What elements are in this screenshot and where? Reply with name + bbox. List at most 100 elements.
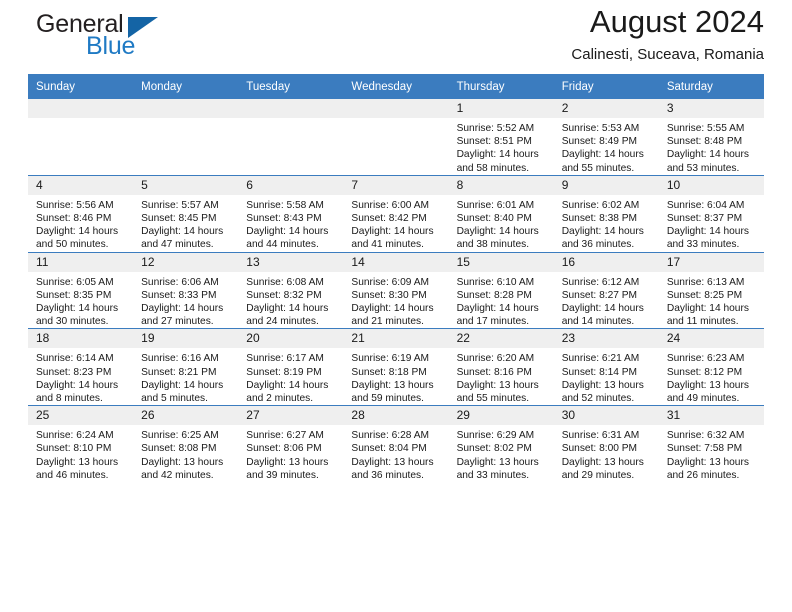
sunrise-text: Sunrise: 6:09 AM [351, 276, 430, 288]
calendar-day-cell[interactable]: 14 Sunrise: 6:09 AM Sunset: 8:30 PM Dayligh… [343, 251, 449, 329]
logo-text-blue: Blue [86, 32, 136, 60]
sunset-text: Sunset: 8:49 PM [561, 136, 638, 148]
daylight-text-line2: and 11 minutes. [666, 316, 739, 328]
weekday-header-monday: Monday [133, 74, 239, 99]
day-number: 21 [343, 329, 449, 349]
day-details: Sunrise: 6:24 AM Sunset: 8:10 PM Daylight:… [28, 425, 133, 482]
day-details: Sunrise: 6:17 AM Sunset: 8:19 PM Daylight:… [238, 348, 343, 405]
calendar-day-cell[interactable]: 1 Sunrise: 5:52 AM Sunset: 8:51 PM Daylight… [448, 99, 554, 176]
day-details: Sunrise: 6:12 AM Sunset: 8:27 PM Daylight:… [554, 272, 659, 329]
calendar-day-cell[interactable]: 9 Sunrise: 6:02 AM Sunset: 8:38 PM Daylight… [553, 174, 659, 253]
calendar-day-cell[interactable]: 10 Sunrise: 6:04 AM Sunset: 8:37 PM Dayligh… [658, 174, 764, 253]
title-block: August 2024 Calinesti, Suceava, Romania [571, 4, 764, 63]
day-details: Sunrise: 6:20 AM Sunset: 8:16 PM Daylight:… [449, 348, 554, 405]
daylight-text-line1: Daylight: 14 hours [141, 303, 224, 315]
daylight-text-line1: Daylight: 13 hours [246, 456, 329, 468]
day-details: Sunrise: 6:31 AM Sunset: 8:00 PM Daylight:… [554, 425, 659, 482]
calendar-day-cell[interactable]: 8 Sunrise: 6:01 AM Sunset: 8:40 PM Daylight… [448, 174, 554, 253]
daylight-text-line1: Daylight: 14 hours [141, 226, 224, 238]
sunset-text: Sunset: 8:37 PM [666, 213, 743, 225]
calendar-day-cell[interactable]: 30 Sunrise: 6:31 AM Sunset: 8:00 PM Dayligh… [553, 405, 659, 483]
sunset-text: Sunset: 8:27 PM [561, 289, 638, 301]
daylight-text-line2: and 27 minutes. [141, 316, 214, 328]
weekday-header-friday: Friday [553, 74, 659, 99]
daylight-text-line2: and 59 minutes. [351, 393, 424, 405]
day-number: 22 [448, 329, 554, 349]
calendar-day-cell[interactable]: 4 Sunrise: 5:56 AM Sunset: 8:46 PM Daylight… [28, 174, 134, 253]
calendar-header-row: Sunday Monday Tuesday Wednesday Thursday… [28, 74, 764, 99]
calendar-table: Sunday Monday Tuesday Wednesday Thursday… [28, 74, 764, 483]
calendar-day-cell[interactable]: 6 Sunrise: 5:58 AM Sunset: 8:43 PM Daylight… [238, 174, 344, 253]
calendar-day-cell[interactable]: 31 Sunrise: 6:32 AM Sunset: 7:58 PM Dayligh… [658, 405, 764, 483]
daylight-text-line1: Daylight: 13 hours [561, 379, 644, 391]
daylight-text-line1: Daylight: 13 hours [456, 379, 539, 391]
calendar-day-cell[interactable]: 19 Sunrise: 6:16 AM Sunset: 8:21 PM Dayligh… [133, 328, 239, 406]
day-details: Sunrise: 6:08 AM Sunset: 8:32 PM Daylight:… [238, 272, 343, 329]
sunset-text: Sunset: 8:14 PM [561, 366, 638, 378]
sunset-text: Sunset: 8:10 PM [36, 443, 112, 455]
sunrise-text: Sunrise: 6:17 AM [246, 353, 324, 365]
day-number: 17 [658, 252, 764, 272]
daylight-text-line2: and 58 minutes. [456, 162, 530, 174]
sunrise-text: Sunrise: 6:10 AM [456, 276, 535, 288]
calendar-day-cell[interactable]: 15 Sunrise: 6:10 AM Sunset: 8:28 PM Dayligh… [448, 251, 554, 329]
daylight-text-line1: Daylight: 14 hours [561, 149, 644, 161]
day-details: Sunrise: 6:21 AM Sunset: 8:14 PM Daylight:… [554, 348, 659, 405]
sunrise-text: Sunrise: 6:29 AM [456, 430, 535, 442]
calendar-day-cell[interactable]: 25 Sunrise: 6:24 AM Sunset: 8:10 PM Dayligh… [28, 405, 134, 483]
daylight-text-line1: Daylight: 14 hours [141, 379, 224, 391]
calendar-day-cell[interactable]: 21 Sunrise: 6:19 AM Sunset: 8:18 PM Dayligh… [343, 328, 449, 406]
sunset-text: Sunset: 7:58 PM [666, 443, 743, 455]
day-details: Sunrise: 6:04 AM Sunset: 8:37 PM Daylight:… [659, 195, 764, 252]
sunrise-text: Sunrise: 5:58 AM [246, 199, 324, 211]
day-details: Sunrise: 5:52 AM Sunset: 8:51 PM Daylight:… [449, 118, 554, 175]
daylight-text-line2: and 17 minutes. [456, 316, 530, 328]
day-number: 10 [658, 175, 764, 195]
calendar-day-cell[interactable]: 7 Sunrise: 6:00 AM Sunset: 8:42 PM Daylight… [343, 174, 449, 253]
calendar-day-cell[interactable]: 5 Sunrise: 5:57 AM Sunset: 8:45 PM Daylight… [133, 174, 239, 253]
calendar-day-cell[interactable]: 27 Sunrise: 6:27 AM Sunset: 8:06 PM Dayligh… [238, 405, 344, 483]
sunrise-text: Sunrise: 6:27 AM [246, 430, 324, 442]
calendar-day-cell[interactable]: 18 Sunrise: 6:14 AM Sunset: 8:23 PM Dayligh… [28, 328, 134, 406]
daylight-text-line1: Daylight: 13 hours [666, 456, 749, 468]
day-details: Sunrise: 5:58 AM Sunset: 8:43 PM Daylight:… [238, 195, 343, 252]
sunset-text: Sunset: 8:48 PM [666, 136, 743, 148]
sunset-text: Sunset: 8:32 PM [246, 289, 322, 301]
calendar-day-cell[interactable]: 22 Sunrise: 6:20 AM Sunset: 8:16 PM Dayligh… [448, 328, 554, 406]
calendar-day-cell[interactable]: 13 Sunrise: 6:08 AM Sunset: 8:32 PM Dayligh… [238, 251, 344, 329]
calendar-day-cell[interactable]: 23 Sunrise: 6:21 AM Sunset: 8:14 PM Dayligh… [553, 328, 659, 406]
day-number: 6 [238, 175, 344, 195]
calendar-day-cell[interactable]: 16 Sunrise: 6:12 AM Sunset: 8:27 PM Dayligh… [553, 251, 659, 329]
daylight-text-line1: Daylight: 13 hours [561, 456, 644, 468]
calendar-day-cell[interactable]: 29 Sunrise: 6:29 AM Sunset: 8:02 PM Dayligh… [448, 405, 554, 483]
day-number: 31 [658, 406, 764, 426]
daylight-text-line1: Daylight: 13 hours [351, 456, 434, 468]
sunrise-text: Sunrise: 6:20 AM [456, 353, 535, 365]
calendar-day-cell[interactable]: 11 Sunrise: 6:05 AM Sunset: 8:35 PM Dayligh… [28, 251, 134, 329]
daylight-text-line2: and 55 minutes. [456, 393, 530, 405]
calendar-day-cell[interactable]: 12 Sunrise: 6:06 AM Sunset: 8:33 PM Dayligh… [133, 251, 239, 329]
calendar-day-cell[interactable]: 17 Sunrise: 6:13 AM Sunset: 8:25 PM Dayligh… [658, 251, 764, 329]
day-number: 25 [28, 406, 134, 426]
day-number [238, 99, 344, 118]
calendar-day-cell[interactable]: 3 Sunrise: 5:55 AM Sunset: 8:48 PM Daylight… [658, 99, 764, 176]
daylight-text-line1: Daylight: 14 hours [456, 226, 539, 238]
sunrise-text: Sunrise: 6:23 AM [666, 353, 745, 365]
calendar-day-cell-empty [133, 99, 239, 176]
calendar-day-cell[interactable]: 20 Sunrise: 6:17 AM Sunset: 8:19 PM Dayligh… [238, 328, 344, 406]
sunset-text: Sunset: 8:02 PM [456, 443, 532, 455]
calendar-week-row: 25 Sunrise: 6:24 AM Sunset: 8:10 PM Dayligh… [28, 405, 764, 483]
calendar-day-cell[interactable]: 2 Sunrise: 5:53 AM Sunset: 8:49 PM Daylight… [553, 99, 659, 176]
day-number: 18 [28, 329, 134, 349]
sunset-text: Sunset: 8:00 PM [561, 443, 638, 455]
day-details: Sunrise: 6:00 AM Sunset: 8:42 PM Daylight:… [343, 195, 448, 252]
calendar-day-cell[interactable]: 28 Sunrise: 6:28 AM Sunset: 8:04 PM Dayligh… [343, 405, 449, 483]
day-number: 12 [133, 252, 239, 272]
location-subtitle: Calinesti, Suceava, Romania [571, 45, 764, 63]
calendar-day-cell[interactable]: 26 Sunrise: 6:25 AM Sunset: 8:08 PM Dayligh… [133, 405, 239, 483]
daylight-text-line1: Daylight: 14 hours [246, 379, 329, 391]
day-number: 13 [238, 252, 344, 272]
sunset-text: Sunset: 8:18 PM [351, 366, 427, 378]
calendar-day-cell[interactable]: 24 Sunrise: 6:23 AM Sunset: 8:12 PM Dayligh… [658, 328, 764, 406]
sunset-text: Sunset: 8:51 PM [456, 136, 532, 148]
